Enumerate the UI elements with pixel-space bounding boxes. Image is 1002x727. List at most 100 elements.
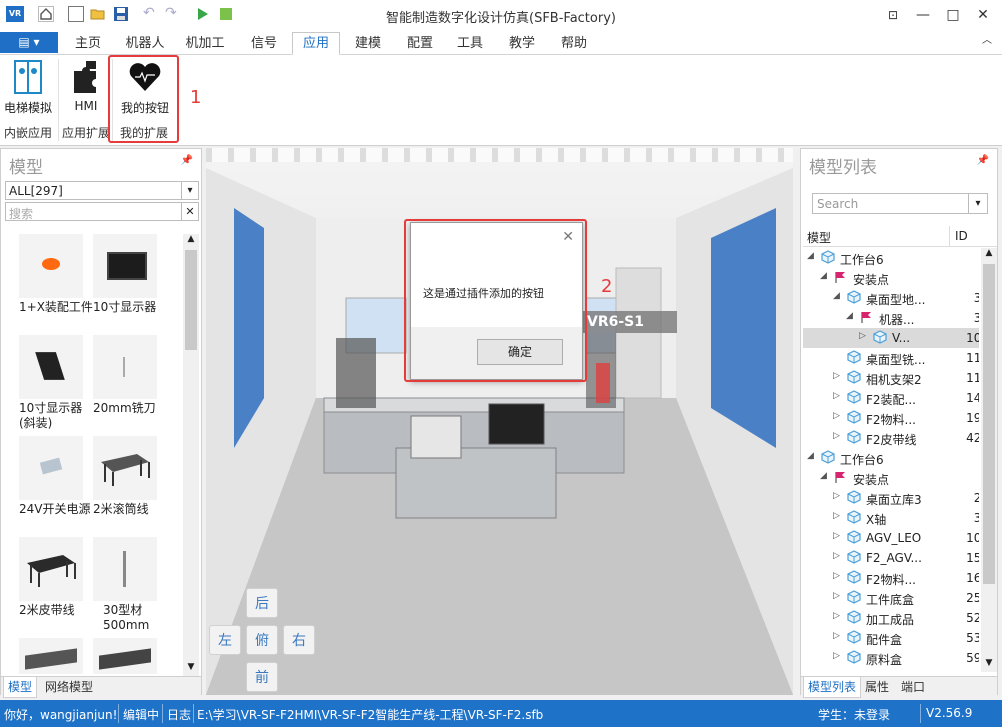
expanded-arrow-icon[interactable]: ◢ [807,251,814,261]
tree-row[interactable]: ▷ V... 108 [803,328,979,348]
collapsed-arrow-icon[interactable]: ▷ [859,331,866,341]
collapsed-arrow-icon[interactable]: ▷ [833,491,840,501]
model-tile[interactable] [19,537,83,601]
tree-scrollbar[interactable]: ▲ ▼ [981,248,997,672]
collapsed-arrow-icon[interactable]: ▷ [833,631,840,641]
tree-row[interactable]: ▷ 配件盒 530 [803,628,979,648]
tree-search-input[interactable]: Search ▾ [812,193,988,214]
restore-layout-icon[interactable]: ⊡ [882,4,904,26]
model-tile[interactable] [19,436,83,500]
tab-modeling[interactable]: 建模 [346,33,390,54]
pin-icon[interactable]: 📌 [181,155,193,166]
tab-robot[interactable]: 机器人 [118,33,172,54]
view-right-button[interactable]: 右 [283,625,315,655]
tree-row[interactable]: ▷ 加工成品 526 [803,608,979,628]
maximize-button[interactable]: □ [942,4,964,26]
model-tile[interactable] [93,537,157,601]
model-tile[interactable] [19,335,83,399]
model-cube-icon [821,450,835,464]
model-search-input[interactable]: 搜索 ✕ [5,202,199,221]
tab-machining[interactable]: 机加工 [178,33,232,54]
collapsed-arrow-icon[interactable]: ▷ [833,551,840,561]
tree-row[interactable]: ▷ 原料盒 592 [803,648,979,668]
expanded-arrow-icon[interactable]: ◢ [807,451,814,461]
tab-config[interactable]: 配置 [398,33,442,54]
tab-model-list[interactable]: 模型列表 [803,677,862,698]
model-scrollbar[interactable]: ▲ ▼ [183,234,199,676]
chevron-down-icon[interactable]: ▾ [181,182,198,199]
model-filter-select[interactable]: ALL[297] ▾ [5,181,199,200]
tree-row[interactable]: ▷ F2装配... 148 [803,388,979,408]
collapsed-arrow-icon[interactable]: ▷ [833,591,840,601]
model-tile[interactable] [19,234,83,298]
chevron-down-icon[interactable]: ▼ [183,662,199,676]
chevron-up-icon[interactable]: ▲ [183,234,199,248]
tab-model[interactable]: 模型 [3,677,38,698]
chevron-up-icon[interactable]: ▲ [981,248,997,262]
tab-tools[interactable]: 工具 [448,33,492,54]
tree-row[interactable]: ▷ 相机支架2 118 [803,368,979,388]
tree-row[interactable]: ▷ F2_AGV... 159 [803,548,979,568]
expanded-arrow-icon[interactable]: ◢ [846,311,853,321]
chevron-down-icon[interactable]: ▾ [968,194,987,213]
model-tile[interactable] [93,234,157,298]
tab-ports[interactable]: 端口 [897,677,929,697]
column-model[interactable]: 模型 [807,229,831,246]
tree-row[interactable]: ◢ 机器... 30 [803,308,979,328]
tree-row[interactable]: ▷ AGV_LEO 107 [803,528,979,548]
scrollbar-thumb[interactable] [185,250,197,350]
minimize-button[interactable]: — [912,4,934,26]
collapsed-arrow-icon[interactable]: ▷ [833,371,840,381]
collapsed-arrow-icon[interactable]: ▷ [833,651,840,661]
tab-home[interactable]: 主页 [66,33,110,54]
model-tile[interactable] [19,638,83,674]
tab-network-model[interactable]: 网络模型 [41,677,97,697]
tree-row[interactable]: 桌面型铣... 117 [803,348,979,368]
view-front-button[interactable]: 前 [246,662,278,692]
pin-icon[interactable]: 📌 [977,155,989,166]
collapse-ribbon-icon[interactable]: ︿ [976,30,998,52]
model-tile[interactable] [93,335,157,399]
chevron-down-icon[interactable]: ▼ [981,658,997,672]
tab-teaching[interactable]: 教学 [500,33,544,54]
tree-row[interactable]: ▷ 桌面立库3 20 [803,488,979,508]
collapsed-arrow-icon[interactable]: ▷ [833,531,840,541]
tree-row[interactable]: ▷ 工件底盒 253 [803,588,979,608]
tree-row[interactable]: ▷ F2物料... 164 [803,568,979,588]
tab-application[interactable]: 应用 [292,32,340,55]
file-menu-button[interactable]: ▤ ▾ [0,32,58,53]
status-log-button[interactable]: 日志 [167,706,191,723]
expanded-arrow-icon[interactable]: ◢ [820,271,827,281]
column-id[interactable]: ID [955,229,968,243]
collapsed-arrow-icon[interactable]: ▷ [833,571,840,581]
elevator-sim-button[interactable]: 电梯模拟 [2,57,54,115]
tree-row[interactable]: ▷ F2物料... 194 [803,408,979,428]
collapsed-arrow-icon[interactable]: ▷ [833,391,840,401]
model-tile[interactable] [93,436,157,500]
view-left-button[interactable]: 左 [209,625,241,655]
tree-row[interactable]: ◢ 工作台6 1 [803,248,979,268]
tab-properties[interactable]: 属性 [861,677,893,697]
expanded-arrow-icon[interactable]: ◢ [820,471,827,481]
expanded-arrow-icon[interactable]: ◢ [833,291,840,301]
view-back-button[interactable]: 后 [246,588,278,618]
model-tile[interactable] [93,638,157,674]
tab-help[interactable]: 帮助 [552,33,596,54]
hmi-button[interactable]: HMI [64,57,108,115]
collapsed-arrow-icon[interactable]: ▷ [833,611,840,621]
tree-row[interactable]: ◢ 工作台6 3 [803,448,979,468]
tab-signal[interactable]: 信号 [242,33,286,54]
tree-row[interactable]: ◢ 桌面型地... 30 [803,288,979,308]
close-button[interactable]: ✕ [972,4,994,26]
view-top-button[interactable]: 俯 [246,625,278,655]
status-student-login[interactable]: 学生：未登录 [818,706,890,723]
tree-row[interactable]: ◢ 安装点 3 [803,468,979,488]
tree-row[interactable]: ▷ X轴 31 [803,508,979,528]
collapsed-arrow-icon[interactable]: ▷ [833,431,840,441]
tree-row[interactable]: ◢ 安装点 1 [803,268,979,288]
clear-icon[interactable]: ✕ [181,203,198,220]
tree-row[interactable]: ▷ F2皮带线 428 [803,428,979,448]
collapsed-arrow-icon[interactable]: ▷ [833,511,840,521]
collapsed-arrow-icon[interactable]: ▷ [833,411,840,421]
scrollbar-thumb[interactable] [983,264,995,584]
